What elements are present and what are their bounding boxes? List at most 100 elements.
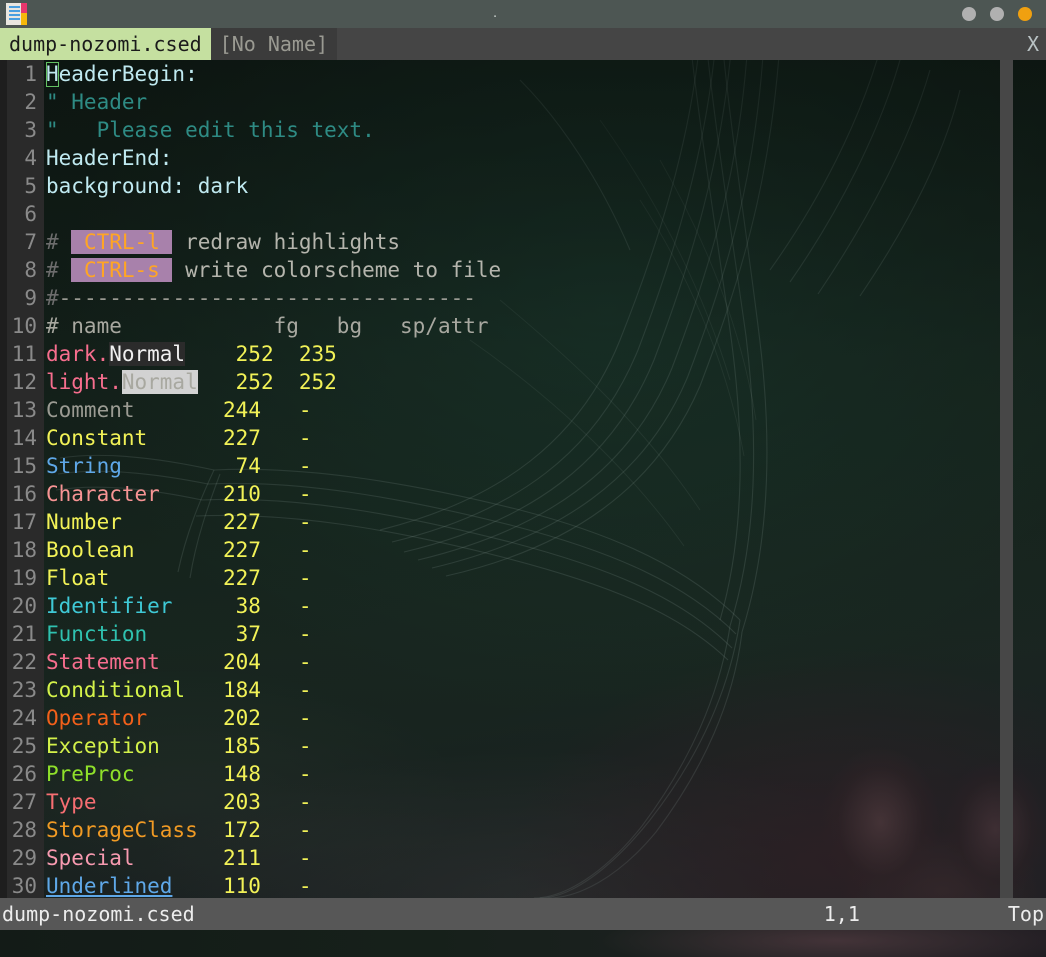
code-line[interactable]: 17 Number 227 -: [0, 508, 1000, 536]
code-line[interactable]: 8 # CTRL-s write colorscheme to file: [0, 256, 1000, 284]
tab-dump-nozomi-csed[interactable]: dump-nozomi.csed: [0, 28, 211, 60]
line-segment: [261, 510, 299, 534]
vim-window: . dump-nozomi.csed [No Name] X 1 HeaderB…: [0, 0, 1046, 957]
line-segment: Comment: [46, 398, 135, 422]
code-line[interactable]: 1 HeaderBegin:: [0, 60, 1000, 88]
line-segment: [261, 706, 299, 730]
code-line[interactable]: 3 " Please edit this text.: [0, 116, 1000, 144]
line-text: Underlined 110 -: [44, 872, 1000, 898]
line-text: Float 227 -: [44, 564, 1000, 592]
close-tab-icon[interactable]: X: [1020, 28, 1046, 60]
code-line[interactable]: 22 Statement 204 -: [0, 648, 1000, 676]
line-segment: -: [298, 538, 312, 562]
line-number: 19: [11, 566, 37, 590]
line-segment: 252: [235, 342, 274, 366]
code-line[interactable]: 5 background: dark: [0, 172, 1000, 200]
line-segment: [261, 594, 299, 618]
code-line[interactable]: 30 Underlined 110 -: [0, 872, 1000, 898]
code-line[interactable]: 9 #---------------------------------: [0, 284, 1000, 312]
minimize-button[interactable]: [962, 7, 976, 21]
line-segment: [97, 790, 223, 814]
code-line[interactable]: 15 String 74 -: [0, 452, 1000, 480]
line-segment: -: [298, 874, 312, 898]
code-line[interactable]: 24 Operator 202 -: [0, 704, 1000, 732]
line-segment: [147, 706, 223, 730]
vertical-scrollbar[interactable]: [1000, 60, 1013, 898]
code-line[interactable]: 6: [0, 200, 1000, 228]
code-line[interactable]: 11 dark.Normal 252 235: [0, 340, 1000, 368]
line-segment: Normal: [121, 370, 198, 394]
code-line[interactable]: 27 Type 203 -: [0, 788, 1000, 816]
line-segment: [122, 454, 236, 478]
line-segment: -: [298, 426, 312, 450]
line-segment: [261, 874, 299, 898]
notepad-icon: [6, 2, 28, 26]
code-line[interactable]: 16 Character 210 -: [0, 480, 1000, 508]
line-segment: 252: [298, 370, 337, 394]
line-number: 1: [24, 62, 37, 86]
code-lines[interactable]: 1 HeaderBegin: 2 " Header 3 " Please edit thi…: [0, 60, 1000, 898]
line-text: dark.Normal 252 235: [44, 340, 1000, 368]
code-line[interactable]: 2 " Header: [0, 88, 1000, 116]
line-text: Boolean 227 -: [44, 536, 1000, 564]
code-line[interactable]: 19 Float 227 -: [0, 564, 1000, 592]
code-line[interactable]: 14 Constant 227 -: [0, 424, 1000, 452]
line-number: 4: [24, 146, 37, 170]
line-segment: 244: [223, 398, 261, 422]
line-segment: CTRL-l: [71, 230, 173, 254]
code-line[interactable]: 20 Identifier 38 -: [0, 592, 1000, 620]
code-line[interactable]: 28 StorageClass 172 -: [0, 816, 1000, 844]
status-cursor-position: 1,1: [823, 902, 860, 926]
line-number: 3: [24, 118, 37, 142]
line-segment: dark.: [46, 342, 110, 366]
line-segment: -: [298, 454, 312, 478]
line-text: " Header: [44, 88, 1000, 116]
code-line[interactable]: 29 Special 211 -: [0, 844, 1000, 872]
code-line[interactable]: 7 # CTRL-l redraw highlights: [0, 228, 1000, 256]
line-segment: -: [298, 566, 312, 590]
code-line[interactable]: 26 PreProc 148 -: [0, 760, 1000, 788]
tab-no-name[interactable]: [No Name]: [210, 28, 338, 60]
line-number: 24: [11, 706, 37, 730]
line-number: 6: [24, 202, 37, 226]
code-line[interactable]: 23 Conditional 184 -: [0, 676, 1000, 704]
line-segment: Normal: [109, 342, 186, 366]
line-segment: 148: [223, 762, 261, 786]
scrollbar-thumb[interactable]: [1000, 60, 1013, 360]
line-segment: Special: [46, 846, 135, 870]
line-segment: [160, 734, 223, 758]
code-line[interactable]: 25 Exception 185 -: [0, 732, 1000, 760]
code-line[interactable]: 12 light.Normal 252 252: [0, 368, 1000, 396]
line-segment: [261, 426, 299, 450]
desktop-background-strip: [0, 930, 1046, 957]
code-line[interactable]: 21 Function 37 -: [0, 620, 1000, 648]
status-bar: dump-nozomi.csed 1,1 Top: [0, 898, 1046, 930]
line-number: 12: [11, 370, 37, 394]
line-segment: 38: [235, 594, 261, 618]
line-number: 14: [11, 426, 37, 450]
line-segment: write colorscheme to file: [172, 258, 502, 282]
line-text: Operator 202 -: [44, 704, 1000, 732]
line-number: 22: [11, 650, 37, 674]
line-segment: fg bg sp/attr: [235, 314, 489, 338]
line-text: Statement 204 -: [44, 648, 1000, 676]
line-segment: #: [46, 230, 72, 254]
window-titlebar: .: [0, 0, 1046, 28]
line-segment: 227: [223, 566, 261, 590]
close-button[interactable]: [1018, 7, 1032, 21]
editor-area[interactable]: 1 HeaderBegin: 2 " Header 3 " Please edit thi…: [0, 60, 1046, 898]
code-line[interactable]: 4 HeaderEnd:: [0, 144, 1000, 172]
code-line[interactable]: 18 Boolean 227 -: [0, 536, 1000, 564]
code-line[interactable]: 13 Comment 244 -: [0, 396, 1000, 424]
line-segment: 204: [223, 650, 261, 674]
line-text: Exception 185 -: [44, 732, 1000, 760]
line-segment: 184: [223, 678, 261, 702]
line-number: 26: [11, 762, 37, 786]
line-segment: [261, 622, 299, 646]
maximize-button[interactable]: [990, 7, 1004, 21]
code-line[interactable]: 10 # name fg bg sp/attr: [0, 312, 1000, 340]
line-text: Type 203 -: [44, 788, 1000, 816]
line-segment: -: [298, 510, 312, 534]
line-segment: Function: [46, 622, 148, 646]
line-segment: 203: [223, 790, 261, 814]
